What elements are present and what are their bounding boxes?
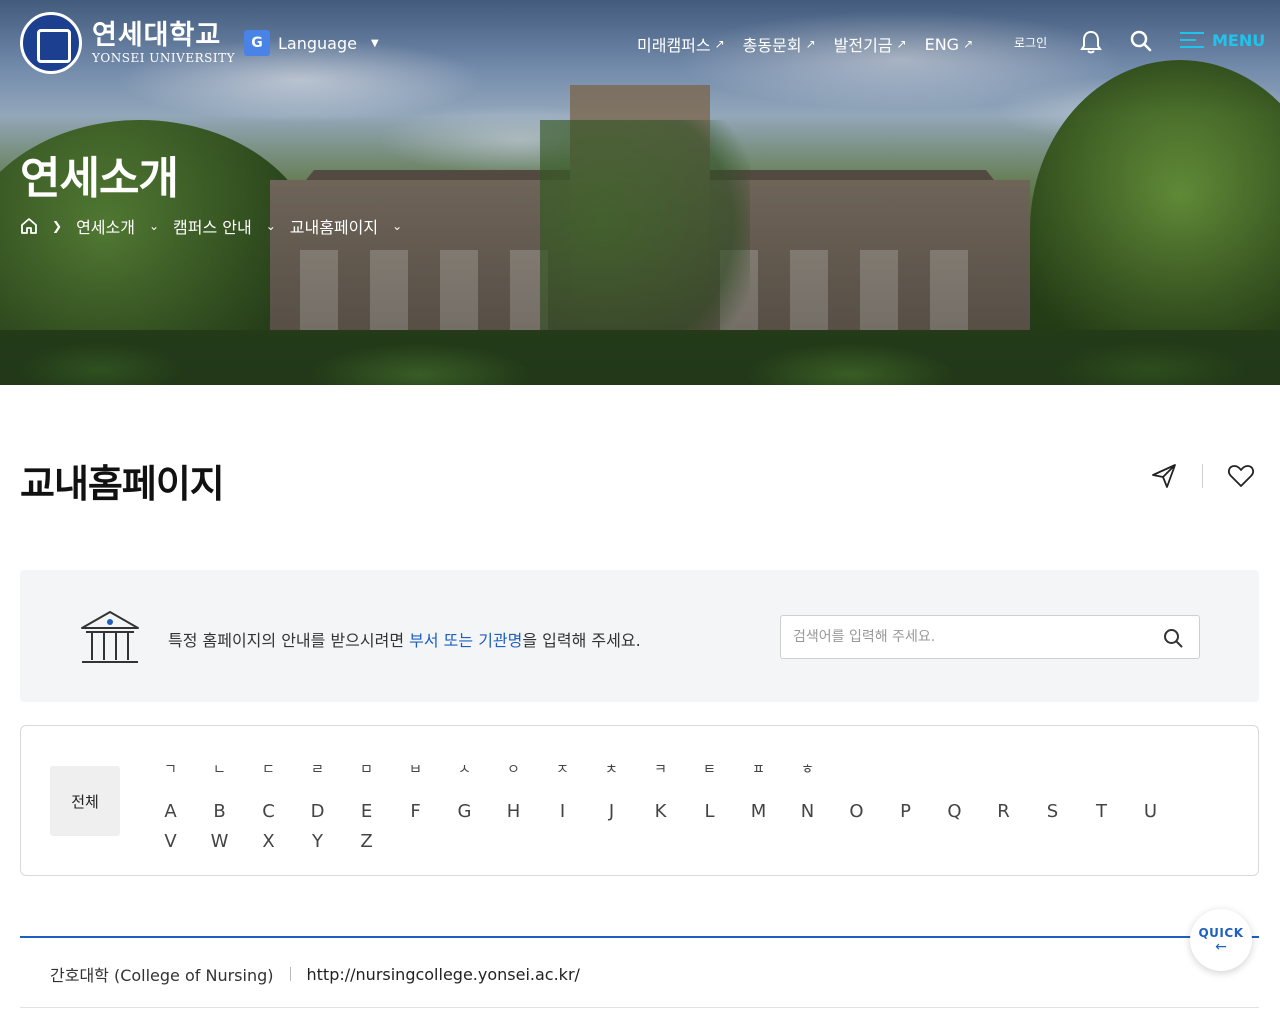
letter-filter-ㅌ[interactable]: ㅌ bbox=[685, 759, 734, 779]
letter-filter-ㅎ[interactable]: ㅎ bbox=[783, 759, 832, 779]
divider bbox=[1202, 464, 1203, 488]
breadcrumb-item-campus-guide[interactable]: 캠퍼스 안내 bbox=[173, 214, 252, 238]
chevron-right-icon: ❯ bbox=[52, 219, 63, 233]
latin-letter-row: VWXYZ bbox=[146, 826, 1196, 856]
letter-filter-ㄱ[interactable]: ㄱ bbox=[146, 759, 195, 779]
page-tools bbox=[1150, 462, 1255, 490]
search-input[interactable] bbox=[793, 616, 1153, 658]
letter-filter-J[interactable]: J bbox=[587, 801, 636, 822]
letter-filter-ㄴ[interactable]: ㄴ bbox=[195, 759, 244, 779]
letter-filter-H[interactable]: H bbox=[489, 801, 538, 822]
initial-filter: 전체 ㄱㄴㄷㄹㅁㅂㅅㅇㅈㅊㅋㅌㅍㅎ ABCDEFGHIJKLMNOPQRSTU … bbox=[20, 725, 1259, 876]
external-arrow-icon: ↗ bbox=[896, 37, 907, 51]
letter-filter-ㅍ[interactable]: ㅍ bbox=[734, 759, 783, 779]
chevron-down-icon[interactable]: ⌄ bbox=[266, 219, 276, 233]
search-icon[interactable] bbox=[1130, 30, 1152, 52]
top-nav: 미래캠퍼스 ↗ 총동문회 ↗ 발전기금 ↗ ENG ↗ bbox=[637, 32, 973, 56]
letter-filter-W[interactable]: W bbox=[195, 831, 244, 852]
external-arrow-icon: ↗ bbox=[805, 37, 816, 51]
hamburger-icon bbox=[1180, 30, 1204, 50]
result-url-link[interactable]: http://nursingcollege.yonsei.ac.kr/ bbox=[307, 965, 580, 984]
search-icon[interactable] bbox=[1163, 628, 1183, 648]
letter-filter-X[interactable]: X bbox=[244, 831, 293, 852]
nav-link-development-fund[interactable]: 발전기금 ↗ bbox=[834, 32, 907, 56]
breadcrumb-item-about[interactable]: 연세소개 bbox=[76, 214, 135, 238]
results-bottom-rule bbox=[20, 1007, 1259, 1008]
chevron-down-icon[interactable]: ⌄ bbox=[149, 219, 159, 233]
page-title: 교내홈페이지 bbox=[20, 462, 225, 506]
search-instruction: 특정 홈페이지의 안내를 받으시려면 부서 또는 기관명을 입력해 주세요. bbox=[168, 631, 641, 650]
letter-filter-L[interactable]: L bbox=[685, 801, 734, 822]
search-field[interactable] bbox=[780, 615, 1200, 659]
result-item: 간호대학 (College of Nursing) http://nursing… bbox=[50, 962, 580, 986]
building-icon bbox=[81, 611, 139, 663]
letter-filter-ㅋ[interactable]: ㅋ bbox=[636, 759, 685, 779]
letter-filter-ㅂ[interactable]: ㅂ bbox=[391, 759, 440, 779]
letter-filter-A[interactable]: A bbox=[146, 801, 195, 822]
letter-filter-K[interactable]: K bbox=[636, 801, 685, 822]
nav-link-english[interactable]: ENG ↗ bbox=[925, 32, 974, 56]
quick-menu-button[interactable]: QUICK ← bbox=[1190, 909, 1252, 971]
letter-filter-U[interactable]: U bbox=[1126, 801, 1175, 822]
letter-filter-ㅊ[interactable]: ㅊ bbox=[587, 759, 636, 779]
university-logo[interactable]: 연세대학교 YONSEI UNIVERSITY bbox=[20, 12, 235, 74]
nav-link-future-campus[interactable]: 미래캠퍼스 ↗ bbox=[637, 32, 725, 56]
menu-button[interactable]: MENU bbox=[1180, 30, 1265, 50]
language-selector[interactable]: G Language ▼ bbox=[244, 30, 379, 56]
caret-down-icon: ▼ bbox=[370, 37, 379, 49]
letter-filter-ㅅ[interactable]: ㅅ bbox=[440, 759, 489, 779]
google-translate-icon: G bbox=[244, 30, 270, 56]
nav-link-alumni[interactable]: 총동문회 ↗ bbox=[743, 32, 816, 56]
divider bbox=[289, 967, 291, 981]
letter-filter-D[interactable]: D bbox=[293, 801, 342, 822]
logo-korean-name: 연세대학교 bbox=[92, 20, 222, 51]
letter-filter-M[interactable]: M bbox=[734, 801, 783, 822]
letter-filter-ㅁ[interactable]: ㅁ bbox=[342, 759, 391, 779]
logo-english-name: YONSEI UNIVERSITY bbox=[92, 51, 235, 65]
breadcrumb-item-homepages[interactable]: 교내홈페이지 bbox=[290, 214, 378, 238]
arrow-left-icon: ← bbox=[1215, 939, 1227, 955]
letter-filter-I[interactable]: I bbox=[538, 801, 587, 822]
heart-icon[interactable] bbox=[1227, 463, 1255, 489]
home-icon[interactable] bbox=[20, 217, 38, 235]
language-label: Language bbox=[278, 33, 357, 53]
letter-filter-ㄷ[interactable]: ㄷ bbox=[244, 759, 293, 779]
letter-filter-N[interactable]: N bbox=[783, 801, 832, 822]
quick-label: QUICK bbox=[1198, 926, 1244, 940]
letter-filter-P[interactable]: P bbox=[881, 801, 930, 822]
letter-filter-F[interactable]: F bbox=[391, 801, 440, 822]
letter-filter-S[interactable]: S bbox=[1028, 801, 1077, 822]
menu-label: MENU bbox=[1212, 30, 1266, 50]
letter-filter-O[interactable]: O bbox=[832, 801, 881, 822]
chevron-down-icon[interactable]: ⌄ bbox=[392, 219, 402, 233]
letter-filter-V[interactable]: V bbox=[146, 831, 195, 852]
letter-filter-ㄹ[interactable]: ㄹ bbox=[293, 759, 342, 779]
results-top-rule bbox=[20, 936, 1259, 938]
letter-filter-ㅈ[interactable]: ㅈ bbox=[538, 759, 587, 779]
share-icon[interactable] bbox=[1150, 462, 1178, 490]
hero-title: 연세소개 bbox=[20, 153, 179, 204]
letter-filter-T[interactable]: T bbox=[1077, 801, 1126, 822]
letter-filter-Z[interactable]: Z bbox=[342, 831, 391, 852]
bell-icon[interactable] bbox=[1080, 30, 1102, 54]
latin-letter-row: ABCDEFGHIJKLMNOPQRSTU bbox=[146, 796, 1196, 826]
letter-filter-R[interactable]: R bbox=[979, 801, 1028, 822]
filter-all-button[interactable]: 전체 bbox=[50, 766, 120, 836]
login-link[interactable]: 로그인 bbox=[1014, 34, 1047, 51]
letter-filter-C[interactable]: C bbox=[244, 801, 293, 822]
korean-letter-row: ㄱㄴㄷㄹㅁㅂㅅㅇㅈㅊㅋㅌㅍㅎ bbox=[146, 754, 1196, 784]
letter-index: ㄱㄴㄷㄹㅁㅂㅅㅇㅈㅊㅋㅌㅍㅎ ABCDEFGHIJKLMNOPQRSTU VWX… bbox=[146, 754, 1196, 856]
search-panel: 특정 홈페이지의 안내를 받으시려면 부서 또는 기관명을 입력해 주세요. bbox=[20, 570, 1259, 702]
letter-filter-ㅇ[interactable]: ㅇ bbox=[489, 759, 538, 779]
result-name: 간호대학 (College of Nursing) bbox=[50, 966, 274, 985]
university-seal-icon bbox=[20, 12, 82, 74]
letter-filter-Y[interactable]: Y bbox=[293, 831, 342, 852]
letter-filter-Q[interactable]: Q bbox=[930, 801, 979, 822]
external-arrow-icon: ↗ bbox=[963, 37, 974, 51]
external-arrow-icon: ↗ bbox=[714, 37, 725, 51]
breadcrumb: ❯ 연세소개 ⌄ 캠퍼스 안내 ⌄ 교내홈페이지 ⌄ bbox=[20, 214, 402, 238]
letter-filter-E[interactable]: E bbox=[342, 801, 391, 822]
letter-filter-B[interactable]: B bbox=[195, 801, 244, 822]
letter-filter-G[interactable]: G bbox=[440, 801, 489, 822]
